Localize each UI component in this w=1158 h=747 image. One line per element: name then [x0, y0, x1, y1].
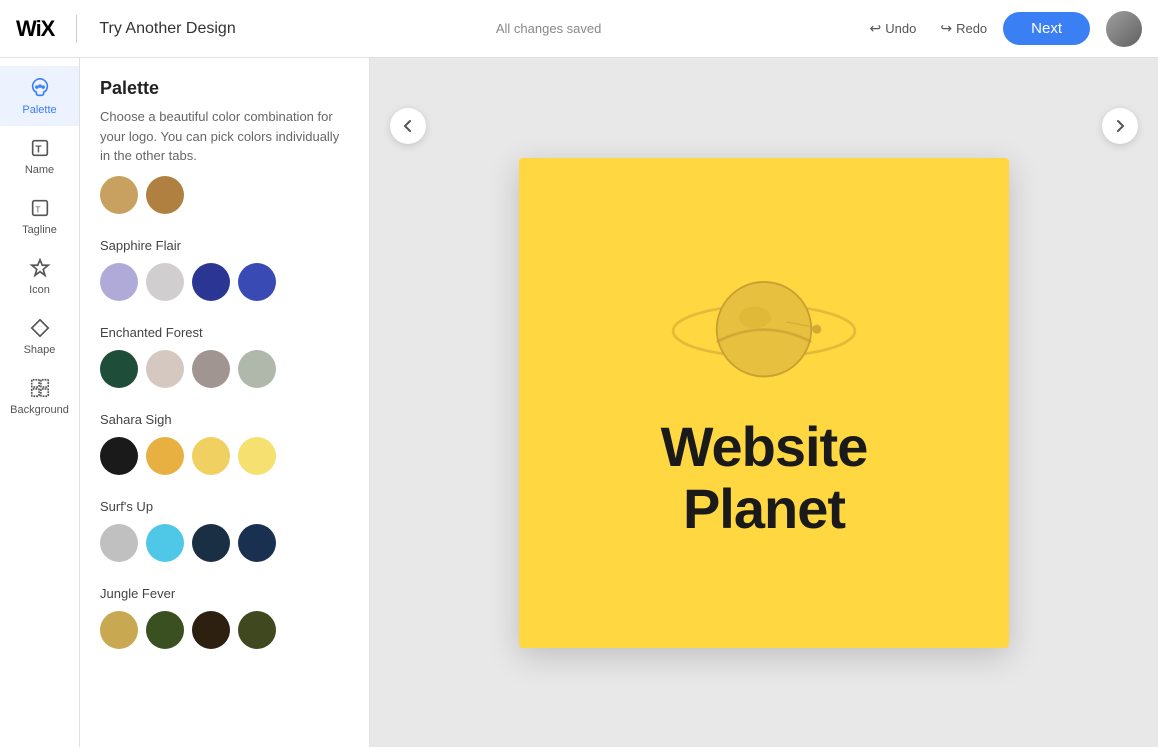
- avatar[interactable]: [1106, 11, 1142, 47]
- redo-label: Redo: [956, 21, 987, 36]
- color-swatches-sapphire: [100, 263, 349, 301]
- swatch-jungle-4[interactable]: [238, 611, 276, 649]
- palette-list[interactable]: Sapphire Flair Enchanted Forest: [80, 176, 369, 747]
- swatch-sahara-2[interactable]: [146, 437, 184, 475]
- swatch[interactable]: [146, 176, 184, 214]
- panel-description: Choose a beautiful color combination for…: [100, 107, 349, 166]
- icon-icon: [28, 256, 52, 280]
- sidebar-item-background[interactable]: Background: [0, 366, 79, 426]
- swatch-jungle-2[interactable]: [146, 611, 184, 649]
- palette-panel: Palette Choose a beautiful color combina…: [80, 58, 370, 747]
- header-actions: ↩ Undo ↪ Redo Next: [862, 11, 1142, 47]
- palette-group-jungle: Jungle Fever: [100, 586, 349, 649]
- swatch-jungle-1[interactable]: [100, 611, 138, 649]
- shape-icon: [28, 316, 52, 340]
- swatch-sahara-1[interactable]: [100, 437, 138, 475]
- sidebar-tagline-label: Tagline: [22, 224, 57, 236]
- prev-arrow[interactable]: [390, 108, 426, 144]
- svg-text:T: T: [35, 145, 42, 156]
- swatch-jungle-3[interactable]: [192, 611, 230, 649]
- swatch-sapphire-1[interactable]: [100, 263, 138, 301]
- logo-line1: Website: [661, 416, 868, 478]
- palette-name-surfs: Surf's Up: [100, 499, 349, 514]
- swatch-surfs-3[interactable]: [192, 524, 230, 562]
- swatch-surfs-1[interactable]: [100, 524, 138, 562]
- swatch-sapphire-4[interactable]: [238, 263, 276, 301]
- sidebar-item-palette[interactable]: Palette: [0, 66, 79, 126]
- avatar-image: [1106, 11, 1142, 47]
- planet-illustration: [664, 266, 864, 396]
- color-swatches-sahara: [100, 437, 349, 475]
- swatch-surfs-4[interactable]: [238, 524, 276, 562]
- next-button[interactable]: Next: [1003, 12, 1090, 45]
- logo-area: WiX Try Another Design: [16, 15, 236, 43]
- palette-group-surfs: Surf's Up: [100, 499, 349, 562]
- palette-name-sapphire: Sapphire Flair: [100, 238, 349, 253]
- redo-button[interactable]: ↪ Redo: [932, 14, 995, 43]
- save-status: All changes saved: [496, 21, 602, 36]
- app-header: WiX Try Another Design All changes saved…: [0, 0, 1158, 58]
- next-arrow[interactable]: [1102, 108, 1138, 144]
- name-icon: T: [28, 136, 52, 160]
- sidebar-palette-label: Palette: [22, 104, 56, 116]
- logo-text: Website Planet: [661, 416, 868, 539]
- swatch-sapphire-3[interactable]: [192, 263, 230, 301]
- sidebar-item-tagline[interactable]: T Tagline: [0, 186, 79, 246]
- palette-group-sahara: Sahara Sigh: [100, 412, 349, 475]
- palette-group-enchanted: Enchanted Forest: [100, 325, 349, 388]
- sidebar-shape-label: Shape: [24, 344, 56, 356]
- logo-card: Website Planet: [519, 158, 1009, 648]
- header-divider: [76, 15, 77, 43]
- swatch-enchanted-1[interactable]: [100, 350, 138, 388]
- sidebar-item-name[interactable]: T Name: [0, 126, 79, 186]
- palette-name-jungle: Jungle Fever: [100, 586, 349, 601]
- sidebar-item-shape[interactable]: Shape: [0, 306, 79, 366]
- color-swatches-surfs: [100, 524, 349, 562]
- background-icon: [28, 376, 52, 400]
- main-layout: Palette T Name T Tagline: [0, 58, 1158, 747]
- palette-group-sapphire: Sapphire Flair: [100, 238, 349, 301]
- swatch-sapphire-2[interactable]: [146, 263, 184, 301]
- swatch-enchanted-3[interactable]: [192, 350, 230, 388]
- undo-label: Undo: [885, 21, 916, 36]
- sidebar-icon-label: Icon: [29, 284, 50, 296]
- swatch-sahara-3[interactable]: [192, 437, 230, 475]
- panel-title: Palette: [100, 78, 349, 99]
- header-title: Try Another Design: [99, 20, 235, 38]
- wix-logo: WiX: [16, 16, 54, 42]
- color-swatches-enchanted: [100, 350, 349, 388]
- palette-name-enchanted: Enchanted Forest: [100, 325, 349, 340]
- swatch-enchanted-2[interactable]: [146, 350, 184, 388]
- sidebar-background-label: Background: [10, 404, 69, 416]
- preview-area: Website Planet: [370, 58, 1158, 747]
- svg-text:T: T: [35, 206, 40, 215]
- swatch[interactable]: [100, 176, 138, 214]
- redo-icon: ↪: [940, 20, 952, 37]
- swatch-sahara-4[interactable]: [238, 437, 276, 475]
- sidebar: Palette T Name T Tagline: [0, 58, 80, 747]
- tagline-icon: T: [28, 196, 52, 220]
- palette-group-top: [100, 176, 349, 214]
- sidebar-item-icon[interactable]: Icon: [0, 246, 79, 306]
- undo-button[interactable]: ↩ Undo: [862, 14, 925, 43]
- header-center: All changes saved: [236, 21, 862, 36]
- color-swatches-jungle: [100, 611, 349, 649]
- sidebar-name-label: Name: [25, 164, 54, 176]
- logo-line2: Planet: [661, 478, 868, 540]
- undo-icon: ↩: [870, 20, 882, 37]
- panel-header: Palette Choose a beautiful color combina…: [80, 58, 369, 176]
- swatch-surfs-2[interactable]: [146, 524, 184, 562]
- color-swatches-top: [100, 176, 349, 214]
- palette-icon: [28, 76, 52, 100]
- swatch-enchanted-4[interactable]: [238, 350, 276, 388]
- palette-name-sahara: Sahara Sigh: [100, 412, 349, 427]
